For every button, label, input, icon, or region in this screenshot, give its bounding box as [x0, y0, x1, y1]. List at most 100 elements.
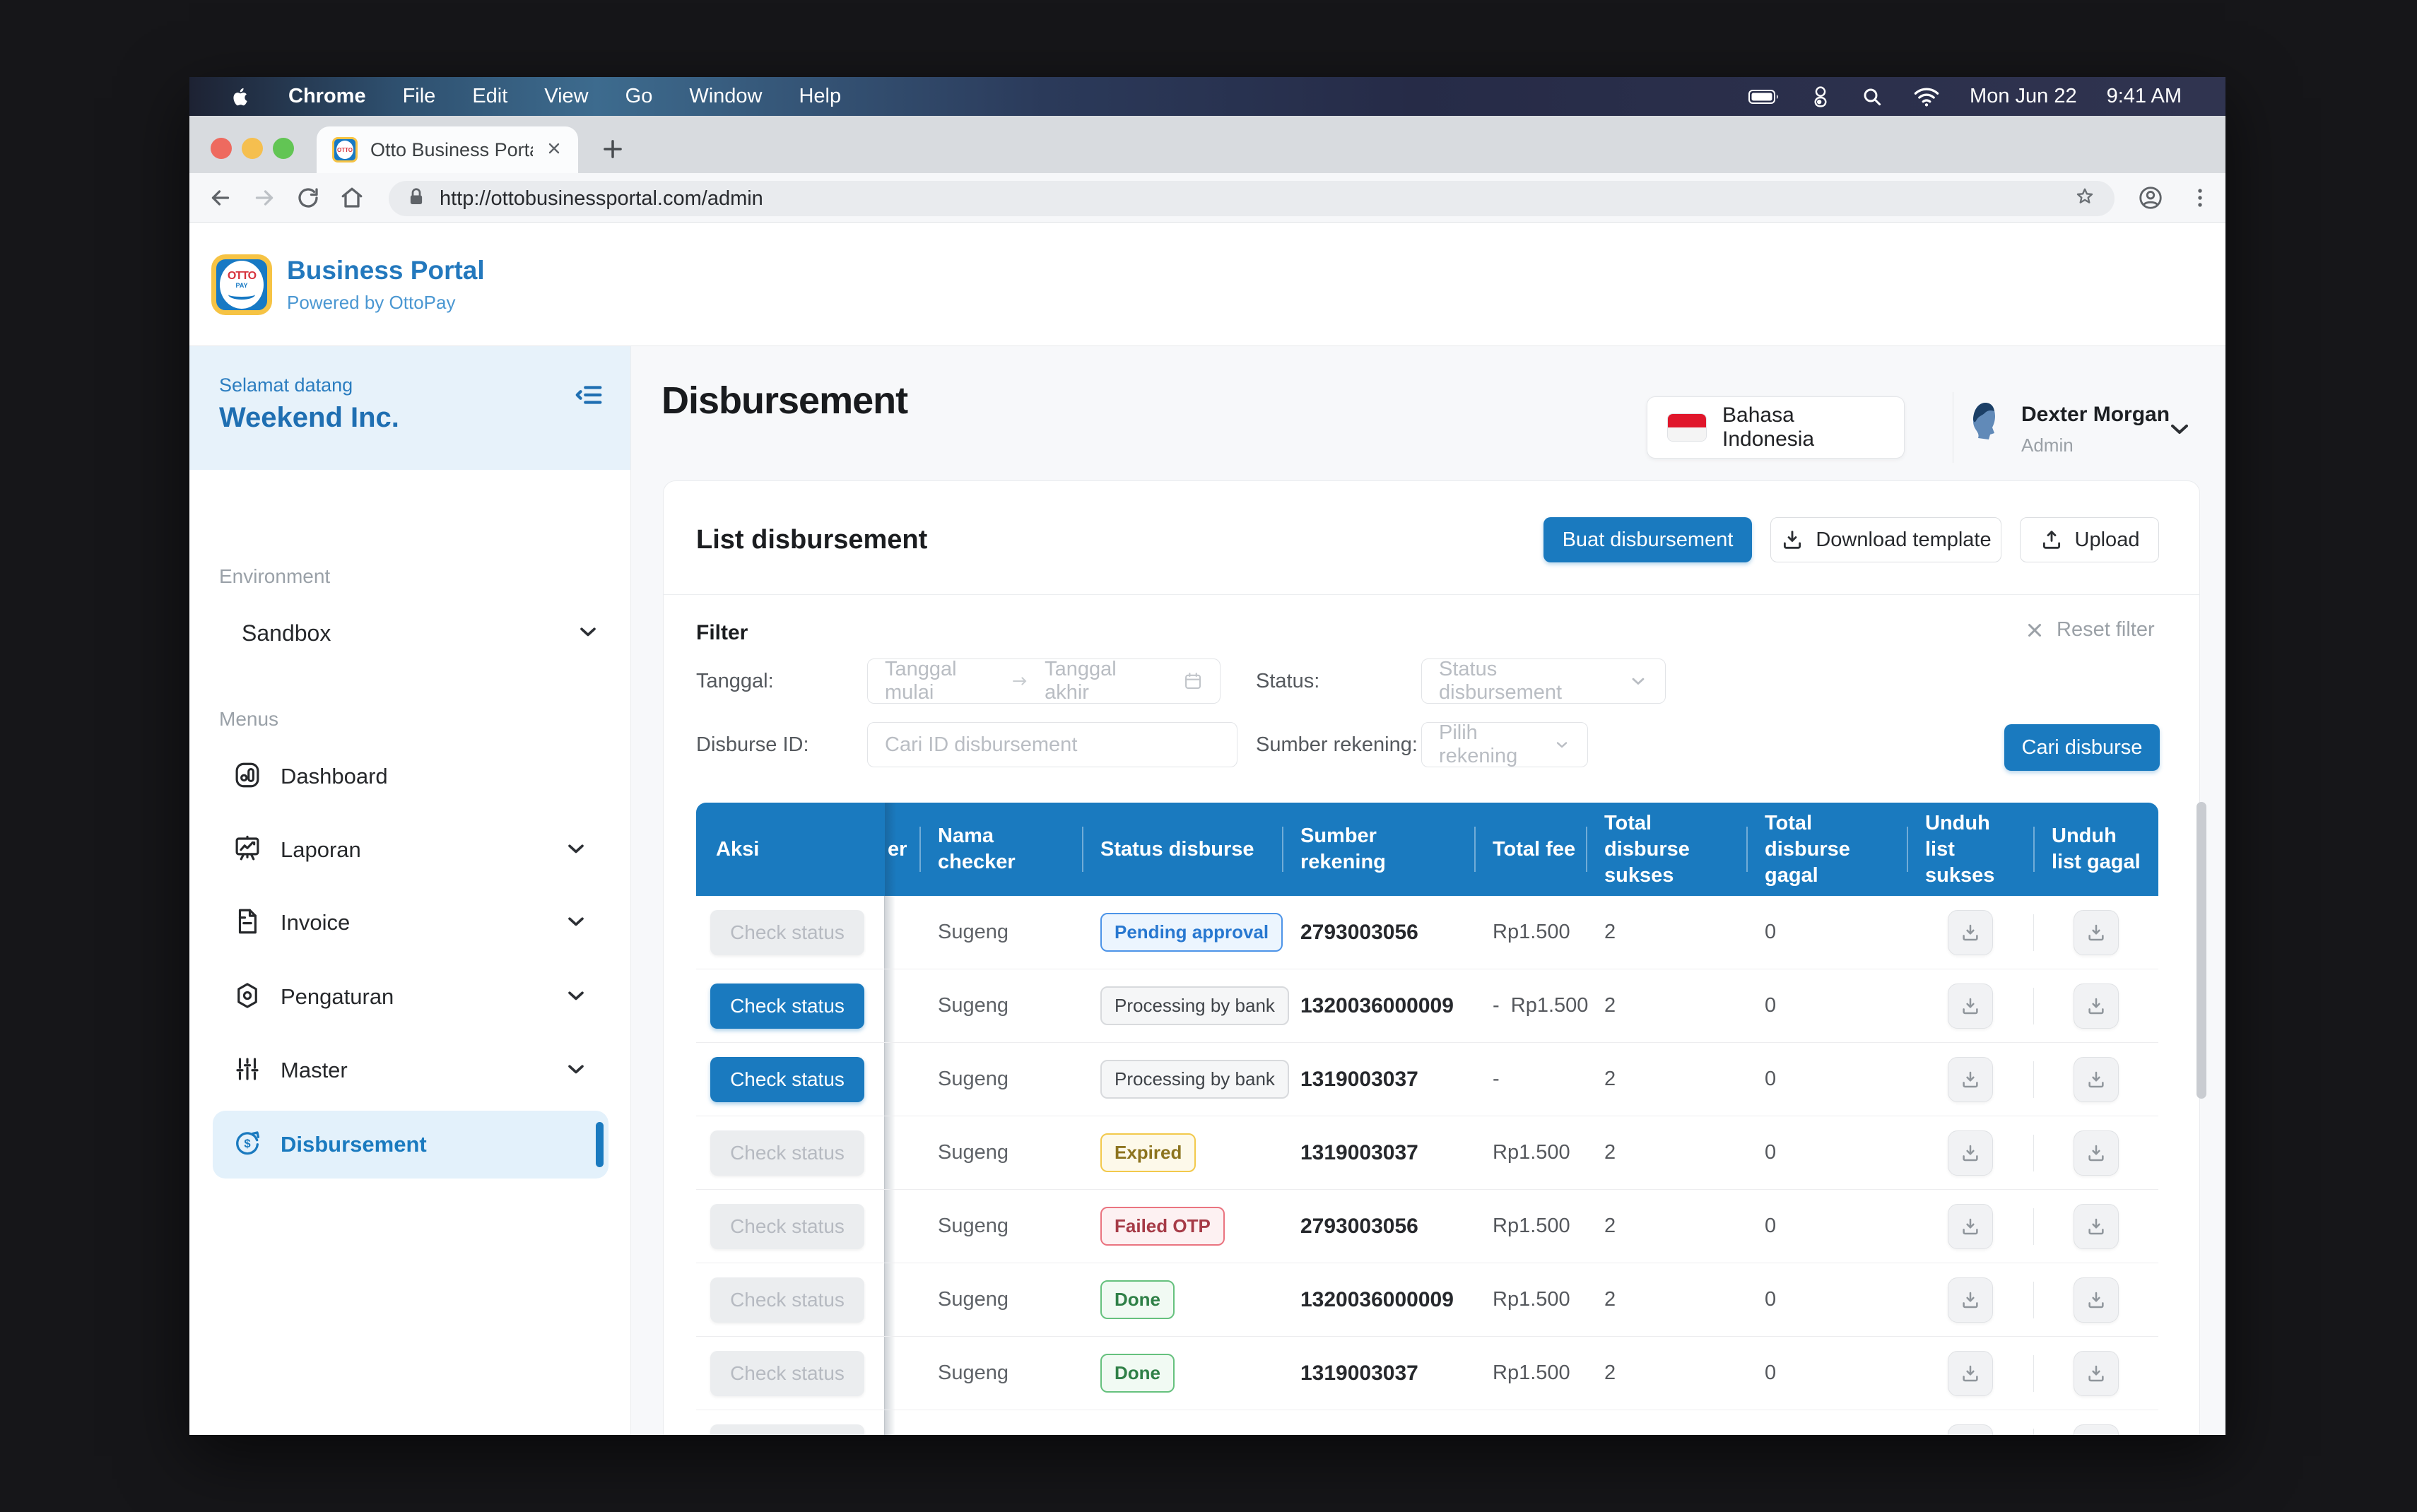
sidebar-item-dashboard[interactable]: Dashboard: [213, 743, 608, 810]
menubar-item-edit[interactable]: Edit: [472, 85, 507, 108]
disburse-id-input[interactable]: [885, 733, 1220, 757]
menubar-item-go[interactable]: Go: [625, 85, 653, 108]
check-status-button[interactable]: Check status: [710, 910, 864, 955]
apple-menu-icon[interactable]: [230, 85, 252, 109]
sidebar-item-laporan[interactable]: Laporan: [213, 816, 608, 884]
menubar-date[interactable]: Mon Jun 22: [1970, 85, 2077, 108]
column-header-rekening: Sumber rekening: [1282, 803, 1474, 896]
table-row: Check status Sugeng Processing by bank 1…: [696, 969, 2158, 1043]
window-zoom-button[interactable]: [273, 138, 294, 159]
total-gagal: 0: [1765, 1068, 1776, 1091]
window-minimize-button[interactable]: [242, 138, 263, 159]
page-title: Disbursement: [661, 379, 907, 423]
date-range-input[interactable]: Tanggal mulai Tanggal akhir: [867, 658, 1221, 704]
battery-icon[interactable]: [1748, 88, 1780, 105]
menubar-app-name[interactable]: Chrome: [288, 85, 366, 108]
column-header-unduh-gagal: Unduh list gagal: [2033, 803, 2158, 896]
download-gagal-button[interactable]: [2074, 984, 2119, 1029]
chevron-down-icon: [563, 1056, 589, 1085]
sidebar-collapse-icon[interactable]: [573, 379, 606, 415]
menubar-item-help[interactable]: Help: [799, 85, 841, 108]
chevron-down-icon: [1553, 734, 1570, 755]
check-status-button[interactable]: Check status: [710, 1277, 864, 1323]
download-sukses-button[interactable]: [1948, 910, 1993, 955]
download-sukses-button[interactable]: [1948, 984, 1993, 1029]
welcome-label: Selamat datang: [219, 374, 630, 396]
tab-close-icon[interactable]: [546, 140, 563, 160]
total-fee: Rp1.500: [1493, 1215, 1570, 1238]
column-header-checker: Nama checker: [919, 803, 1082, 896]
upload-button[interactable]: Upload: [2020, 517, 2159, 562]
download-gagal-button[interactable]: [2074, 1204, 2119, 1249]
check-status-button[interactable]: Check status: [710, 1057, 864, 1102]
user-menu-chevron-icon[interactable]: [2165, 415, 2194, 447]
user-avatar[interactable]: [1962, 398, 2006, 454]
menubar-clock[interactable]: 9:41 AM: [2107, 85, 2182, 108]
download-gagal-button[interactable]: [2074, 1424, 2119, 1436]
sidebar-item-master[interactable]: Master: [213, 1036, 608, 1104]
overflow-menu-icon[interactable]: [2188, 186, 2212, 213]
check-status-button[interactable]: Check status: [710, 1130, 864, 1176]
total-sukses: 2: [1604, 921, 1616, 944]
search-disburse-button[interactable]: Cari disburse: [2004, 724, 2160, 771]
download-gagal-button[interactable]: [2074, 910, 2119, 955]
total-fee: -: [1493, 1068, 1500, 1091]
home-icon[interactable]: [339, 185, 365, 214]
status-badge: Processing by bank: [1100, 986, 1289, 1025]
report-board-icon: [233, 834, 262, 867]
download-sukses-button[interactable]: [1948, 1424, 1993, 1436]
sidebar-item-disbursement[interactable]: $ Disbursement: [213, 1111, 608, 1179]
spotlight-search-icon[interactable]: [1861, 85, 1883, 108]
download-sukses-button[interactable]: [1948, 1130, 1993, 1176]
scrollbar-thumb[interactable]: [2197, 802, 2206, 1099]
new-tab-button[interactable]: [599, 136, 626, 166]
download-gagal-button[interactable]: [2074, 1351, 2119, 1396]
download-gagal-button[interactable]: [2074, 1277, 2119, 1323]
menubar-item-window[interactable]: Window: [689, 85, 762, 108]
reload-icon[interactable]: [295, 185, 321, 214]
url-text: http://ottobusinessportal.com/admin: [440, 187, 2059, 211]
url-bar[interactable]: http://ottobusinessportal.com/admin: [389, 181, 2115, 216]
control-center-icon[interactable]: [1810, 85, 1831, 109]
reset-filter-button[interactable]: Reset filter: [2024, 618, 2155, 642]
bookmark-star-icon[interactable]: [2074, 186, 2096, 212]
sidebar-item-invoice[interactable]: Invoice: [213, 889, 608, 957]
forward-icon[interactable]: [252, 185, 277, 214]
download-gagal-button[interactable]: [2074, 1057, 2119, 1102]
language-selector[interactable]: Bahasa Indonesia: [1647, 396, 1905, 459]
sidebar-item-pengaturan[interactable]: Pengaturan: [213, 963, 608, 1031]
create-disbursement-button[interactable]: Buat disbursement: [1543, 517, 1752, 562]
status-select[interactable]: Status disbursement: [1421, 658, 1666, 704]
download-sukses-button[interactable]: [1948, 1057, 1993, 1102]
rekening-number: 2793003056: [1300, 1215, 1418, 1239]
table-row: Check status Sugeng Expired 1319003037 R…: [696, 1116, 2158, 1190]
rekening-select[interactable]: Pilih rekening: [1421, 722, 1588, 767]
check-status-button[interactable]: Check status: [710, 1424, 864, 1436]
rekening-placeholder: Pilih rekening: [1439, 721, 1538, 768]
environment-selector[interactable]: Sandbox: [219, 619, 601, 648]
check-status-button[interactable]: Check status: [710, 1204, 864, 1249]
back-icon[interactable]: [208, 185, 233, 214]
menubar-item-view[interactable]: View: [544, 85, 588, 108]
check-status-button[interactable]: Check status: [710, 984, 864, 1029]
rekening-number: 1319003037: [1300, 1362, 1418, 1386]
checker-name: Sugeng: [938, 1362, 1008, 1385]
wifi-icon[interactable]: [1913, 86, 1940, 107]
total-gagal: 0: [1765, 1141, 1776, 1164]
check-status-button[interactable]: Check status: [710, 1351, 864, 1396]
window-close-button[interactable]: [211, 138, 232, 159]
download-sukses-button[interactable]: [1948, 1351, 1993, 1396]
user-name: Dexter Morgan: [2021, 403, 2170, 427]
menubar-item-file[interactable]: File: [403, 85, 436, 108]
table-row: Check status Sugeng Done 1319003037 Rp1.…: [696, 1337, 2158, 1410]
download-template-button[interactable]: Download template: [1770, 517, 2001, 562]
profile-icon[interactable]: [2137, 184, 2164, 215]
download-sukses-button[interactable]: [1948, 1204, 1993, 1249]
chevron-down-icon: [563, 983, 589, 1012]
card-title: List disbursement: [696, 525, 927, 555]
status-badge: Done: [1100, 1354, 1175, 1393]
browser-tab[interactable]: OTTO Otto Business Portal: [317, 126, 578, 173]
download-gagal-button[interactable]: [2074, 1130, 2119, 1176]
download-sukses-button[interactable]: [1948, 1277, 1993, 1323]
checker-name: Sugeng: [938, 1068, 1008, 1091]
